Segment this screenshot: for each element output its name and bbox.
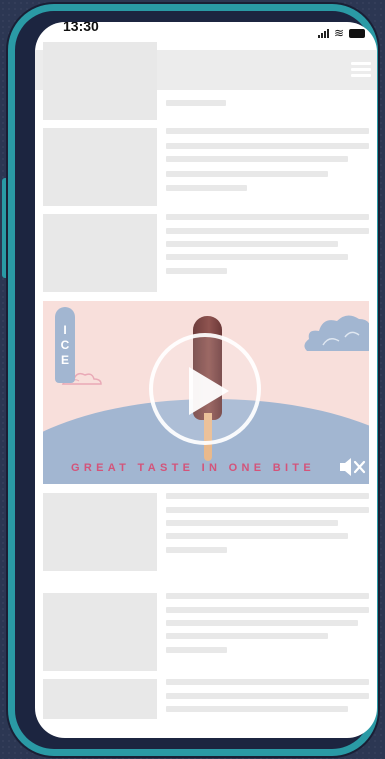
text-line-placeholder xyxy=(166,128,369,134)
text-line-placeholder xyxy=(166,647,227,653)
play-button[interactable] xyxy=(149,333,261,445)
text-line-placeholder xyxy=(166,706,348,712)
ice-tag-letter: C xyxy=(60,337,70,352)
phone-screen: 13:30 ≋ I C E GREAT TASTE IN ONE BITE xyxy=(35,22,377,738)
text-line-placeholder xyxy=(166,100,226,106)
signal-bars-icon xyxy=(317,28,329,38)
ice-brand-tag: I C E xyxy=(55,307,75,383)
text-line-placeholder xyxy=(166,547,227,553)
list-item[interactable] xyxy=(43,679,369,738)
text-line-placeholder xyxy=(166,533,348,539)
text-line-placeholder xyxy=(166,214,369,220)
text-line-placeholder xyxy=(166,493,369,499)
thumbnail-placeholder xyxy=(43,42,157,120)
speaker-muted-icon[interactable] xyxy=(339,456,367,478)
status-icons: ≋ xyxy=(317,26,365,40)
text-line-placeholder xyxy=(166,620,358,626)
text-line-placeholder xyxy=(166,171,328,177)
text-line-placeholder xyxy=(166,593,369,599)
thumbnail-placeholder xyxy=(43,593,157,671)
status-time: 13:30 xyxy=(63,22,99,34)
list-item[interactable] xyxy=(43,128,369,206)
text-line-placeholder xyxy=(166,241,338,247)
cloud-icon xyxy=(304,315,369,351)
text-line-placeholder xyxy=(166,268,227,274)
ice-tag-letter: I xyxy=(63,322,67,337)
thumbnail-placeholder xyxy=(43,493,157,571)
list-item[interactable] xyxy=(43,493,369,571)
text-line-placeholder xyxy=(166,693,369,699)
thumbnail-placeholder xyxy=(43,128,157,206)
text-line-placeholder xyxy=(166,156,348,162)
text-line-placeholder xyxy=(166,228,369,234)
list-item[interactable] xyxy=(43,42,369,120)
wifi-icon: ≋ xyxy=(333,26,344,40)
video-ad[interactable]: I C E GREAT TASTE IN ONE BITE xyxy=(43,301,369,484)
thumbnail-placeholder xyxy=(43,679,157,719)
ice-tag-letter: E xyxy=(60,352,69,367)
text-line-placeholder xyxy=(166,143,369,149)
text-line-placeholder xyxy=(166,185,247,191)
text-line-placeholder xyxy=(166,520,338,526)
text-line-placeholder xyxy=(166,507,369,513)
battery-icon xyxy=(349,29,365,38)
text-line-placeholder xyxy=(166,254,348,260)
text-line-placeholder xyxy=(166,679,369,685)
phone-frame: 13:30 ≋ I C E GREAT TASTE IN ONE BITE xyxy=(8,4,378,756)
list-item[interactable] xyxy=(43,593,369,671)
list-item[interactable] xyxy=(43,214,369,292)
play-icon xyxy=(189,367,229,415)
text-line-placeholder xyxy=(166,633,328,639)
thumbnail-placeholder xyxy=(43,214,157,292)
text-line-placeholder xyxy=(166,607,369,613)
ad-slogan: GREAT TASTE IN ONE BITE xyxy=(71,462,315,474)
